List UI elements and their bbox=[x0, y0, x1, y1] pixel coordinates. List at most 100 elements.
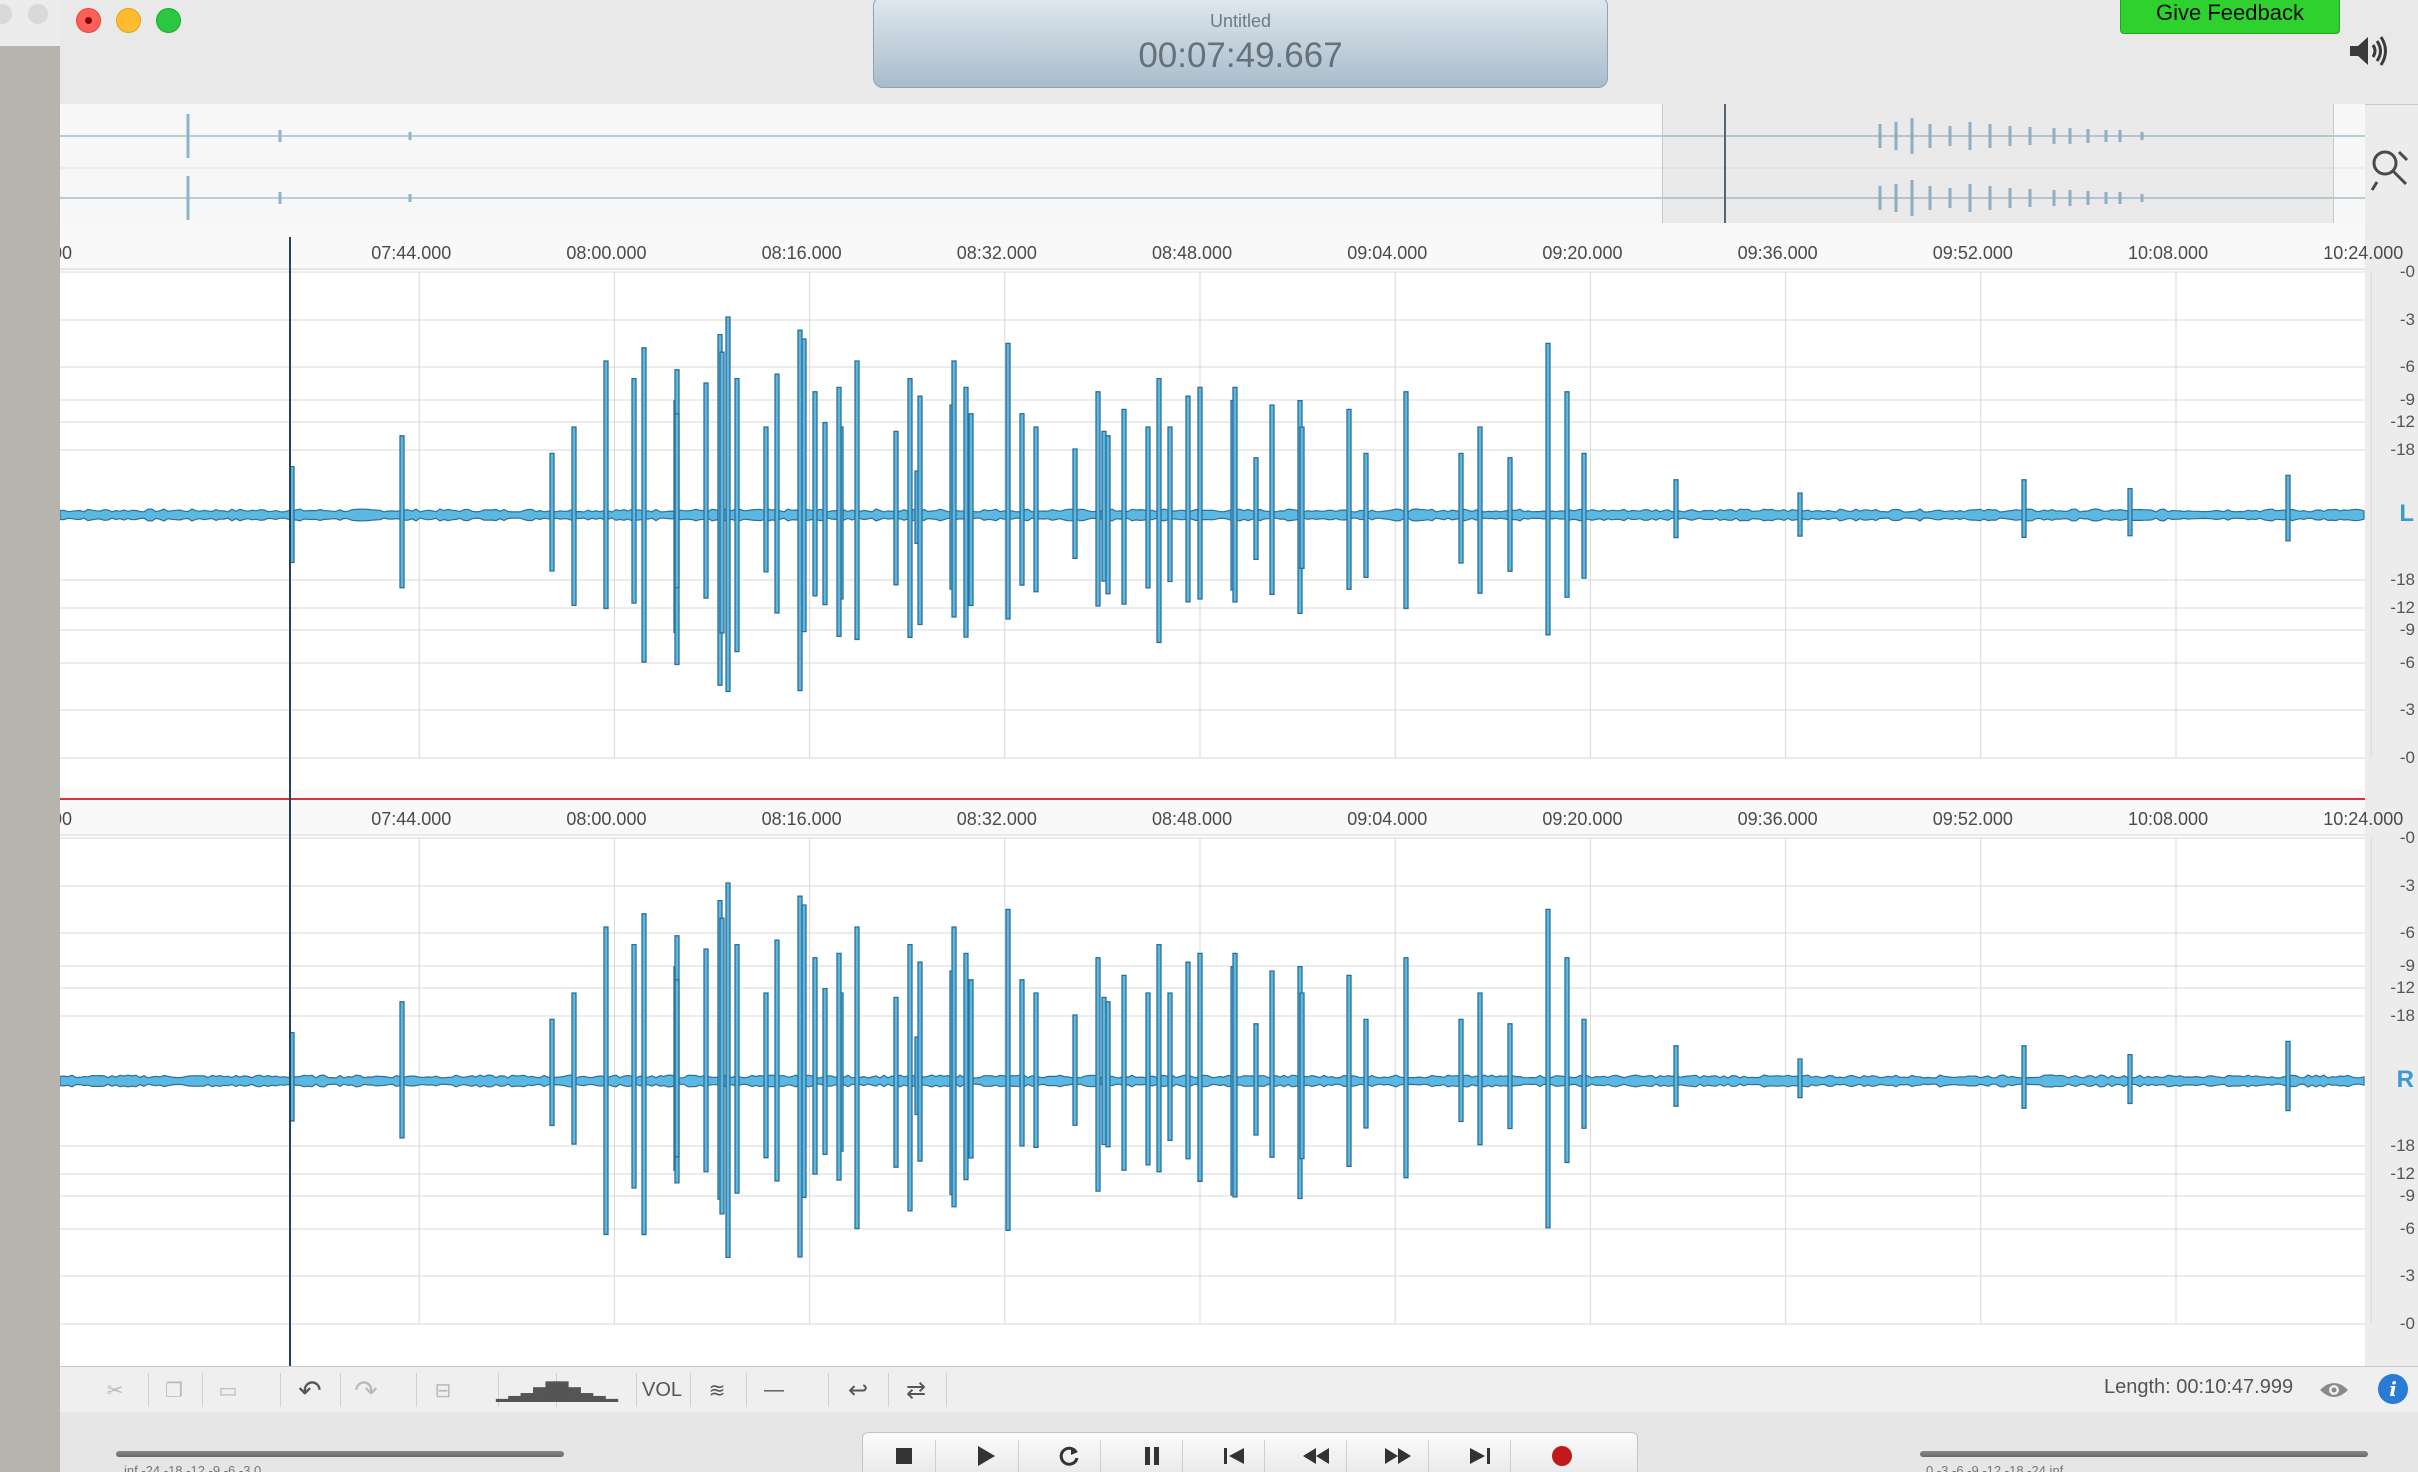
waveform-peak bbox=[1253, 1023, 1259, 1136]
skip-to-end-icon[interactable] bbox=[1454, 1436, 1506, 1472]
cut-icon[interactable]: ✂ bbox=[90, 1367, 140, 1413]
db-scale-label: -18 bbox=[2390, 440, 2415, 459]
db-scale-label: -6 bbox=[2399, 923, 2415, 942]
ruler-tick-label: 09:36.000 bbox=[1737, 243, 1818, 263]
record-icon[interactable] bbox=[1536, 1436, 1588, 1472]
undo-icon[interactable]: ↶ bbox=[284, 1367, 336, 1413]
silence-icon[interactable]: — bbox=[746, 1367, 802, 1413]
waveform-peak bbox=[1072, 1014, 1078, 1126]
waveform-peak bbox=[1673, 479, 1679, 539]
stop-icon[interactable] bbox=[878, 1436, 930, 1472]
waveform-peak bbox=[893, 430, 899, 586]
db-scale-label: -6 bbox=[2399, 357, 2415, 376]
waveform-peak bbox=[801, 904, 807, 1199]
reverse-icon[interactable]: ↩ bbox=[830, 1367, 886, 1413]
waveform-peak bbox=[1564, 391, 1570, 598]
waveform-peak bbox=[734, 377, 740, 653]
waveform-peak bbox=[1095, 957, 1101, 1192]
waveform-peak bbox=[774, 939, 780, 1182]
ruler-tick-label: 09:04.000 bbox=[1347, 809, 1428, 829]
waveform-peak bbox=[1269, 404, 1275, 596]
waveform-peak bbox=[1005, 908, 1011, 1231]
waveform-peak bbox=[1477, 426, 1483, 594]
ruler-tick-label: 10:08.000 bbox=[2128, 243, 2209, 263]
ruler-tick-label: 08:48.000 bbox=[1152, 809, 1233, 829]
eye-icon[interactable] bbox=[2318, 1379, 2350, 1401]
ruler-tick-label: 09:20.000 bbox=[1542, 809, 1623, 829]
waveform-peak bbox=[1564, 957, 1570, 1164]
db-scale-label: -18 bbox=[2390, 1006, 2415, 1025]
fade-out-icon[interactable]: ▇▅▃▂▁ bbox=[553, 1367, 618, 1413]
waveform-peak bbox=[1167, 992, 1173, 1142]
waveform-peak bbox=[2127, 1053, 2133, 1105]
length-readout: Length: 00:10:47.999 bbox=[2104, 1376, 2294, 1398]
db-scale-label: -3 bbox=[2399, 700, 2415, 719]
fast-forward-icon[interactable] bbox=[1372, 1436, 1424, 1472]
waveform-peak bbox=[2127, 487, 2133, 537]
waveform-peak bbox=[1033, 992, 1039, 1149]
info-icon[interactable]: i bbox=[2378, 1374, 2408, 1404]
db-scale-label: -12 bbox=[2390, 598, 2415, 617]
db-scale-label: -6 bbox=[2399, 653, 2415, 672]
ruler-tick-label: 08:32.000 bbox=[956, 809, 1037, 829]
editor-window: Untitled 00:07:49.667 Give Feedback 0007… bbox=[60, 0, 2418, 1472]
fade-in-icon[interactable]: ▁▂▃▅▇ bbox=[496, 1367, 561, 1413]
db-scale-label: -0 bbox=[2399, 828, 2415, 847]
waveform-peak bbox=[1581, 452, 1587, 579]
waveform-peak bbox=[2285, 1040, 2291, 1112]
db-scale-label: -3 bbox=[2399, 876, 2415, 895]
waveform-peak bbox=[1545, 908, 1551, 1229]
pause-icon[interactable] bbox=[1126, 1436, 1178, 1472]
paste-icon[interactable]: ▭ bbox=[202, 1367, 254, 1413]
play-icon[interactable] bbox=[960, 1436, 1012, 1472]
waveform-peak bbox=[1145, 426, 1151, 589]
waveform-peak bbox=[1019, 413, 1025, 586]
copy-icon[interactable]: ❐ bbox=[148, 1367, 200, 1413]
waveform-peak bbox=[763, 992, 769, 1159]
waveform-peak bbox=[1299, 992, 1305, 1160]
waveform-peak bbox=[1797, 492, 1803, 537]
waveform-peak bbox=[399, 435, 405, 589]
loop-icon[interactable] bbox=[1043, 1436, 1095, 1472]
normalize-icon[interactable]: ≋ bbox=[690, 1367, 744, 1413]
waveform-peak bbox=[641, 913, 647, 1236]
swap-channels-icon[interactable]: ⇄ bbox=[888, 1367, 944, 1413]
waveform-peak bbox=[963, 952, 969, 1181]
waveform-peak bbox=[763, 426, 769, 573]
redo-icon[interactable]: ↷ bbox=[340, 1367, 392, 1413]
waveform-peak bbox=[836, 386, 842, 637]
waveform-peak bbox=[1005, 342, 1011, 620]
waveform-peak bbox=[641, 347, 647, 663]
waveform-peak bbox=[399, 1001, 405, 1139]
waveform-peak bbox=[734, 943, 740, 1194]
waveform-peak bbox=[703, 382, 709, 599]
ruler-tick-label: 00 bbox=[60, 809, 73, 829]
track-grid-and-waveforms[interactable] bbox=[60, 0, 2418, 1472]
waveform-peak bbox=[1156, 377, 1162, 644]
waveform-peak bbox=[1363, 1018, 1369, 1129]
ruler-tick-label: 07:44.000 bbox=[371, 243, 452, 263]
waveform-peak bbox=[1185, 961, 1191, 1160]
db-scale-label: -12 bbox=[2390, 1164, 2415, 1183]
waveform-peak bbox=[703, 948, 709, 1173]
waveform-peak bbox=[917, 395, 923, 626]
volume-button[interactable]: VOL bbox=[636, 1367, 688, 1413]
waveform-peak bbox=[1167, 426, 1173, 583]
waveform-peak bbox=[1507, 1023, 1513, 1130]
waveform-peak bbox=[571, 992, 577, 1145]
rewind-icon[interactable] bbox=[1290, 1436, 1342, 1472]
ruler-tick-label: 09:52.000 bbox=[1932, 809, 2013, 829]
waveform-peak bbox=[951, 360, 957, 618]
skip-to-start-icon[interactable] bbox=[1208, 1436, 1260, 1472]
trim-icon[interactable]: ⊟ bbox=[416, 1367, 470, 1413]
waveform-peak bbox=[2021, 1045, 2027, 1109]
waveform-peak bbox=[1363, 452, 1369, 579]
waveform-peak bbox=[1121, 408, 1127, 605]
waveform-peak bbox=[854, 360, 860, 641]
waveform-peak bbox=[1458, 1018, 1464, 1123]
ruler-tick-label: 08:16.000 bbox=[761, 809, 842, 829]
waveform-peak bbox=[917, 961, 923, 1162]
waveform-peak bbox=[1072, 448, 1078, 559]
waveform-peak bbox=[571, 426, 577, 607]
waveform-peak bbox=[2285, 474, 2291, 542]
